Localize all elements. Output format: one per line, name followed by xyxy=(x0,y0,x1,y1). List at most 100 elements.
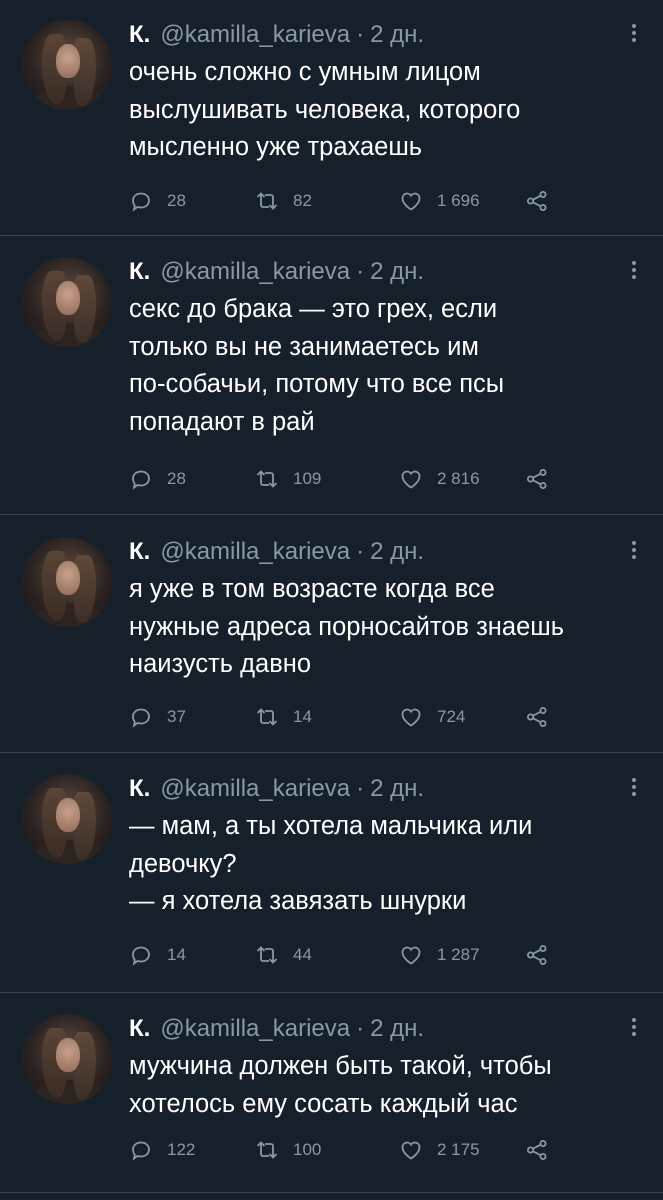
retweet-icon xyxy=(256,708,278,726)
like-button[interactable]: 1 287 xyxy=(399,940,480,970)
retweet-button[interactable]: 82 xyxy=(255,186,312,216)
separator-dot: · xyxy=(356,1015,365,1042)
retweet-count: 109 xyxy=(293,469,322,488)
like-button[interactable]: 2 816 xyxy=(399,464,480,494)
share-button[interactable] xyxy=(525,1135,549,1165)
reply-icon xyxy=(132,1141,150,1161)
author-name[interactable]: К. xyxy=(129,257,150,287)
share-icon xyxy=(527,945,547,965)
tweet-actions: 28 82 1 696 xyxy=(129,186,559,216)
tweet-text: секс до брака — это грех, если только вы… xyxy=(129,291,643,441)
tweet-text-line: я уже в том возрасте когда все xyxy=(129,575,495,603)
share-button[interactable] xyxy=(525,702,549,732)
tweet-actions: 122 100 2 175 xyxy=(129,1135,559,1165)
tweet[interactable]: К. @kamilla_karieva · 2 дн. очень сложно… xyxy=(0,0,663,236)
tweet-time[interactable]: 2 дн. xyxy=(370,20,424,50)
tweet-text-line: мужчина должен быть такой, чтобы xyxy=(129,1052,552,1080)
like-button[interactable]: 724 xyxy=(399,702,465,732)
avatar[interactable] xyxy=(22,537,112,627)
reply-count: 122 xyxy=(167,1140,196,1159)
author-handle[interactable]: @kamilla_karieva xyxy=(160,1014,350,1044)
author-handle[interactable]: @kamilla_karieva xyxy=(160,20,350,50)
tweet-text: — мам, а ты хотела мальчика или девочку?… xyxy=(129,808,643,921)
tweet-text-line: попадают в рай xyxy=(129,407,315,436)
tweet-text: я уже в том возрасте когда все нужные ад… xyxy=(129,571,643,684)
retweet-button[interactable]: 14 xyxy=(255,702,312,732)
tweet-actions: 14 44 1 287 xyxy=(129,940,559,970)
avatar[interactable] xyxy=(22,774,112,864)
tweet-time[interactable]: 2 дн. xyxy=(370,774,424,804)
retweet-button[interactable]: 109 xyxy=(255,464,321,494)
tweet-header: К. @kamilla_karieva · 2 дн. xyxy=(129,537,643,567)
retweet-icon xyxy=(256,946,278,964)
reply-count: 28 xyxy=(167,469,186,488)
tweet[interactable]: К. @kamilla_karieva · 2 дн. — мам, а ты … xyxy=(0,753,663,993)
like-button[interactable]: 2 175 xyxy=(399,1135,480,1165)
author-handle[interactable]: @kamilla_karieva xyxy=(160,537,350,567)
like-count: 1 696 xyxy=(437,191,480,210)
tweet-header: К. @kamilla_karieva · 2 дн. xyxy=(129,1014,643,1044)
author-name[interactable]: К. xyxy=(129,1014,150,1044)
tweet-text-line: — мам, а ты хотела мальчика или xyxy=(129,812,533,840)
reply-count: 14 xyxy=(167,945,186,964)
tweet[interactable]: К. @kamilla_karieva · 2 дн. я уже в том … xyxy=(0,515,663,753)
reply-icon xyxy=(132,946,150,966)
like-count: 2 175 xyxy=(437,1140,480,1159)
author-name[interactable]: К. xyxy=(129,20,150,50)
tweet-text-line: — я хотела завязать шнурки xyxy=(129,887,467,915)
separator-dot: · xyxy=(356,258,365,285)
tweet-text-line: очень сложно с умным лицом xyxy=(129,58,481,86)
like-count: 724 xyxy=(437,707,466,726)
heart-icon xyxy=(401,470,421,489)
like-count: 2 816 xyxy=(437,469,480,488)
tweet-actions: 37 14 724 xyxy=(129,702,559,732)
reply-count: 37 xyxy=(167,707,186,726)
avatar[interactable] xyxy=(22,257,112,347)
retweet-button[interactable]: 100 xyxy=(255,1135,321,1165)
retweet-icon xyxy=(256,1141,278,1159)
reply-button[interactable]: 14 xyxy=(129,940,186,970)
reply-button[interactable]: 28 xyxy=(129,464,186,494)
tweet[interactable]: К. @kamilla_karieva · 2 дн. секс до брак… xyxy=(0,236,663,515)
author-name[interactable]: К. xyxy=(129,537,150,567)
tweet-text-line: по-собачьи, потому что все псы xyxy=(129,370,505,398)
tweet-time[interactable]: 2 дн. xyxy=(370,537,424,567)
heart-icon xyxy=(401,946,421,965)
tweet-time[interactable]: 2 дн. xyxy=(370,257,424,287)
share-button[interactable] xyxy=(525,464,549,494)
tweet-header: К. @kamilla_karieva · 2 дн. xyxy=(129,20,643,50)
separator-dot: · xyxy=(356,775,365,802)
avatar[interactable] xyxy=(22,1014,112,1104)
share-icon xyxy=(527,469,547,489)
tweet-text-line: нужные адреса порносайтов знаешь xyxy=(129,612,564,641)
reply-count: 28 xyxy=(167,191,186,210)
separator-dot: · xyxy=(356,538,365,565)
share-button[interactable] xyxy=(525,186,549,216)
like-count: 1 287 xyxy=(437,945,480,964)
tweet-text-line: секс до брака — это грех, если xyxy=(129,295,498,323)
retweet-count: 44 xyxy=(293,945,312,964)
tweet-text-line: девочку? xyxy=(129,849,237,878)
tweet-text-line: выслушивать человека, которого xyxy=(129,95,521,124)
author-name[interactable]: К. xyxy=(129,774,150,804)
avatar[interactable] xyxy=(22,20,112,110)
share-icon xyxy=(527,1140,547,1160)
tweet-feed: К. @kamilla_karieva · 2 дн. очень сложно… xyxy=(0,0,663,1193)
retweet-button[interactable]: 44 xyxy=(255,940,312,970)
retweet-count: 14 xyxy=(293,707,312,726)
tweet-actions: 28 109 2 816 xyxy=(129,464,559,494)
tweet-text-line: наизусть давно xyxy=(129,650,312,678)
author-handle[interactable]: @kamilla_karieva xyxy=(160,774,350,804)
like-button[interactable]: 1 696 xyxy=(399,186,480,216)
share-button[interactable] xyxy=(525,940,549,970)
reply-button[interactable]: 28 xyxy=(129,186,186,216)
share-icon xyxy=(527,707,547,727)
reply-button[interactable]: 122 xyxy=(129,1135,195,1165)
tweet-header: К. @kamilla_karieva · 2 дн. xyxy=(129,257,643,287)
tweet[interactable]: К. @kamilla_karieva · 2 дн. мужчина долж… xyxy=(0,993,663,1193)
tweet-text-line: мысленно уже трахаешь xyxy=(129,133,423,161)
tweet-time[interactable]: 2 дн. xyxy=(370,1014,424,1044)
author-handle[interactable]: @kamilla_karieva xyxy=(160,257,350,287)
reply-button[interactable]: 37 xyxy=(129,702,186,732)
retweet-icon xyxy=(256,192,278,210)
